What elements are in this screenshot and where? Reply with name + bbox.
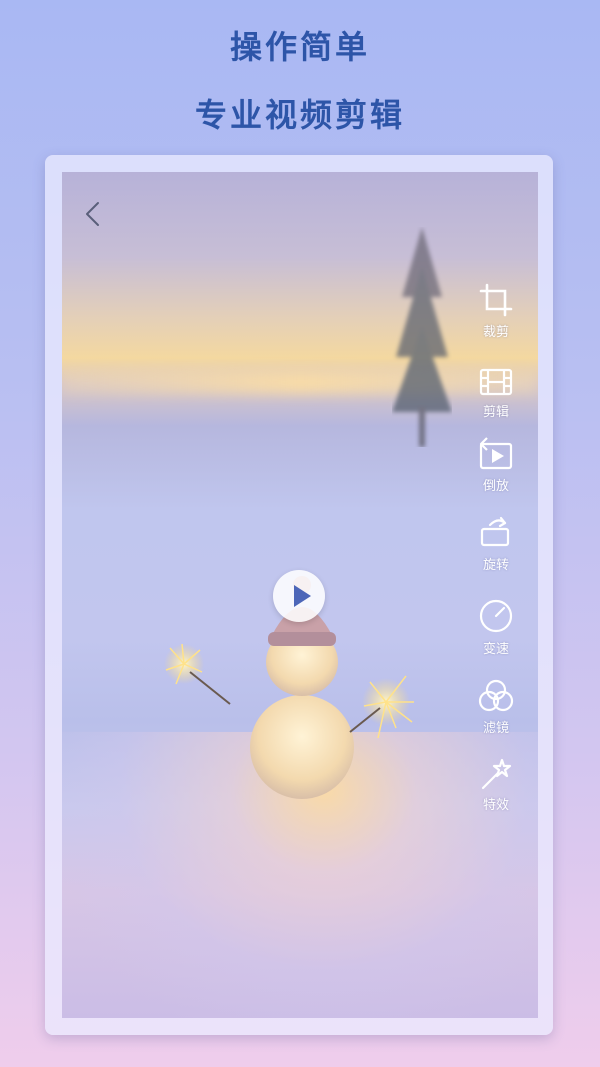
back-button[interactable] [82, 200, 104, 228]
film-icon [479, 368, 513, 396]
tool-effects-label: 特效 [482, 798, 509, 813]
promo-headline-2: 专业视频剪辑 [194, 96, 405, 134]
play-button[interactable] [273, 570, 325, 622]
tool-reverse[interactable]: 倒放 [468, 436, 524, 494]
tool-rotate-label: 旋转 [482, 558, 509, 573]
promo-headline-1: 操作简单 [229, 28, 370, 66]
tool-filter[interactable]: 滤镜 [468, 678, 524, 736]
tool-cut-label: 剪辑 [482, 405, 509, 420]
sunset-glow [62, 372, 538, 394]
tool-reverse-label: 倒放 [482, 479, 509, 494]
reverse-icon [479, 437, 513, 470]
tool-crop[interactable]: 裁剪 [468, 282, 524, 340]
rotate-icon [480, 516, 510, 547]
tool-rotate[interactable]: 旋转 [468, 515, 524, 573]
tool-speed[interactable]: 变速 [468, 597, 524, 657]
tool-crop-label: 裁剪 [482, 325, 509, 340]
filter-icon [478, 679, 514, 712]
play-icon [293, 585, 311, 607]
speed-icon [479, 599, 513, 633]
tool-filter-label: 滤镜 [482, 721, 509, 736]
crop-icon [479, 283, 513, 317]
sparkler-left [164, 643, 231, 705]
sparkler-right [349, 675, 414, 739]
tool-effects[interactable]: 特效 [468, 757, 524, 813]
tree-image [392, 227, 452, 447]
tool-cut[interactable]: 剪辑 [468, 366, 524, 420]
tool-speed-label: 变速 [482, 642, 509, 657]
magic-wand-icon [481, 758, 512, 790]
